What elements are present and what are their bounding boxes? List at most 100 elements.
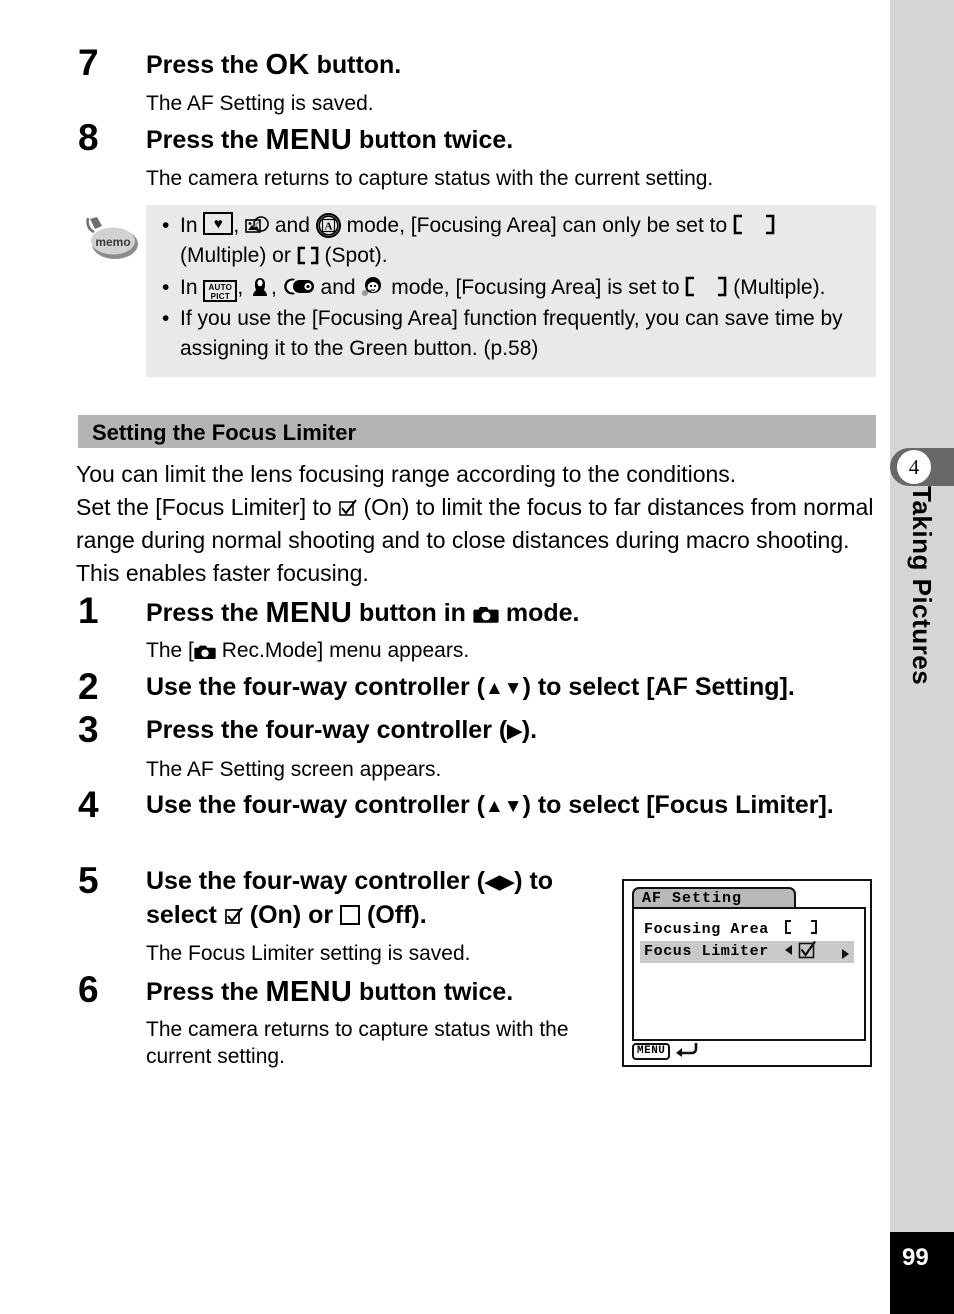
step-5-number: 5 bbox=[78, 860, 99, 901]
memo-1-t5: (Multiple) or bbox=[180, 243, 297, 267]
step-6-head-a: Press the bbox=[146, 978, 266, 1006]
lcd-row-1-label: Focusing Area bbox=[644, 921, 769, 938]
checkbox-checked-icon bbox=[338, 494, 357, 516]
memo-bullet: • bbox=[162, 214, 170, 237]
leftright-arrows-icon: ◀▶ bbox=[484, 872, 515, 893]
step-5-heading: Use the four-way controller (◀▶) to sele… bbox=[146, 864, 596, 932]
step-7-heading: Press the OK button. bbox=[146, 46, 401, 85]
step-3-heading: Press the four-way controller (▶). bbox=[146, 713, 537, 747]
step-6-number: 6 bbox=[78, 969, 99, 1010]
memo-bullet: • bbox=[162, 275, 170, 299]
step-5-head-c: (On) or bbox=[242, 901, 341, 929]
lcd-menu-panel: Focusing Area Focus Limiter bbox=[632, 907, 866, 1041]
right-arrow-icon: ▶ bbox=[507, 721, 522, 742]
capture-mode-camera-icon bbox=[473, 599, 499, 623]
memo-2-t3: , bbox=[271, 275, 283, 299]
memo-box: • In , and A mode, [Focusing Area] can on… bbox=[146, 205, 876, 377]
step-2-head-a: Use the four-way controller ( bbox=[146, 673, 485, 701]
step-7-head-pre: Press the bbox=[146, 51, 266, 79]
step-3-head-a: Press the four-way controller ( bbox=[146, 716, 508, 744]
step-5-head-d: (Off). bbox=[360, 901, 427, 929]
memo-3-text: If you use the [Focusing Area] function … bbox=[180, 307, 843, 361]
step-3-body: The AF Setting screen appears. bbox=[146, 758, 442, 781]
memo-icon: memo bbox=[84, 216, 142, 262]
updown-arrows-icon: ▲▼ bbox=[484, 796, 523, 817]
step-1-body-b: Rec.Mode] menu appears. bbox=[215, 639, 470, 662]
night-scene-mode-icon bbox=[283, 276, 315, 297]
svg-text:A: A bbox=[324, 221, 332, 233]
step-8-head-pre: Press the bbox=[146, 126, 266, 154]
step-1-head-b: button in bbox=[352, 599, 473, 627]
frame-a-mode-icon: A bbox=[315, 213, 341, 238]
checkbox-checked-icon bbox=[224, 901, 243, 924]
step-2-number: 2 bbox=[78, 666, 99, 707]
section-heading-text: Setting the Focus Limiter bbox=[92, 420, 357, 445]
intro-line-2a: Set the [Focus Limiter] to bbox=[76, 493, 339, 520]
step-8-body: The camera returns to capture status wit… bbox=[146, 167, 714, 190]
memo-2-t4: and bbox=[314, 275, 362, 299]
step-1-head-a: Press the bbox=[146, 599, 266, 627]
menu-button-keyword: MENU bbox=[265, 976, 353, 1008]
memo-1-t3: and bbox=[269, 214, 316, 237]
step-7-head-post: button. bbox=[309, 51, 402, 79]
step-4-heading: Use the four-way controller (▲▼) to sele… bbox=[146, 788, 836, 822]
step-5-head-a: Use the four-way controller ( bbox=[146, 867, 485, 895]
svg-text:memo: memo bbox=[95, 235, 130, 249]
memo-bullet: • bbox=[162, 307, 170, 331]
step-6-body: The camera returns to capture status wit… bbox=[146, 1018, 569, 1069]
step-7-body: The AF Setting is saved. bbox=[146, 92, 374, 115]
intro-line-1: You can limit the lens focusing range ac… bbox=[76, 461, 737, 487]
memo-list: • In , and A mode, [Focusing Area] can on… bbox=[158, 211, 864, 366]
portrait-mode-icon bbox=[249, 276, 271, 297]
lcd-row-2-label: Focus Limiter bbox=[644, 943, 769, 960]
step-8-heading: Press the MENU button twice. bbox=[146, 121, 513, 160]
memo-2-t2: , bbox=[237, 275, 250, 299]
step-4-number: 4 bbox=[78, 784, 99, 825]
lcd-checkbox-checked-icon bbox=[798, 940, 816, 967]
step-6-heading: Press the MENU button twice. bbox=[146, 973, 513, 1012]
memo-2-t5: mode, [Focusing Area] is set to bbox=[385, 275, 686, 299]
lcd-back-arrow-icon bbox=[674, 1041, 698, 1062]
menu-button-keyword: MENU bbox=[265, 597, 353, 629]
lcd-right-arrow-icon[interactable] bbox=[840, 946, 850, 968]
step-2-head-b: ) to select [AF Setting]. bbox=[522, 673, 795, 701]
lcd-row-focus-limiter[interactable]: Focus Limiter bbox=[640, 940, 854, 964]
step-8-head-post: button twice. bbox=[352, 126, 514, 154]
step-1-heading: Press the MENU button in mode. bbox=[146, 594, 579, 633]
step-1-number: 1 bbox=[78, 590, 99, 631]
step-3-head-b: ). bbox=[521, 716, 538, 744]
step-2-heading: Use the four-way controller (▲▼) to sele… bbox=[146, 670, 795, 704]
memo-1-t6: (Spot). bbox=[318, 243, 388, 267]
chapter-title-text: Taking Pictures bbox=[907, 486, 937, 686]
heart-mode-icon bbox=[203, 212, 234, 235]
section-heading-band: Setting the Focus Limiter bbox=[78, 415, 876, 448]
focus-multiple-bracket-icon bbox=[784, 919, 818, 943]
menu-button-keyword: MENU bbox=[265, 124, 353, 156]
focus-multiple-bracket-icon bbox=[685, 276, 727, 297]
memo-item-3: • If you use the [Focusing Area] function… bbox=[158, 304, 864, 364]
step-4-head-a: Use the four-way controller ( bbox=[146, 791, 485, 819]
lcd-menu-hint: MENU bbox=[632, 1041, 698, 1062]
memo-2-t6: (Multiple). bbox=[727, 275, 826, 299]
lcd-menu-key-label[interactable]: MENU bbox=[632, 1043, 671, 1060]
ok-button-keyword: OK bbox=[265, 49, 310, 81]
checkbox-empty-icon bbox=[340, 905, 361, 925]
page-number: 99 bbox=[890, 1232, 954, 1314]
step-4-head-b: ) to select [Focus Limiter]. bbox=[522, 791, 834, 819]
lcd-left-arrow-icon[interactable] bbox=[784, 942, 794, 964]
lcd-screen-mockup: AF Setting Focusing Area Focus Limiter M… bbox=[622, 879, 872, 1067]
memo-1-t2: , bbox=[233, 214, 246, 237]
step-5-body: The Focus Limiter setting is saved. bbox=[146, 942, 471, 965]
frame-composite-mode-icon bbox=[245, 214, 269, 234]
step-8-number: 8 bbox=[78, 117, 99, 158]
updown-arrows-icon: ▲▼ bbox=[484, 678, 523, 699]
auto-pict-mode-icon: AUTO PICT bbox=[203, 279, 238, 302]
step-1-body-a: The [ bbox=[146, 639, 194, 662]
lcd-row-focusing-area[interactable]: Focusing Area bbox=[644, 919, 854, 941]
chapter-number: 4 bbox=[897, 450, 931, 484]
focus-spot-bracket-icon bbox=[297, 244, 319, 265]
kids-mode-icon bbox=[361, 276, 385, 297]
step-1-body: The [ Rec.Mode] menu appears. bbox=[146, 637, 469, 664]
chapter-title: Taking Pictures bbox=[890, 486, 954, 786]
memo-item-1: • In , and A mode, [Focusing Area] can on… bbox=[158, 211, 864, 271]
